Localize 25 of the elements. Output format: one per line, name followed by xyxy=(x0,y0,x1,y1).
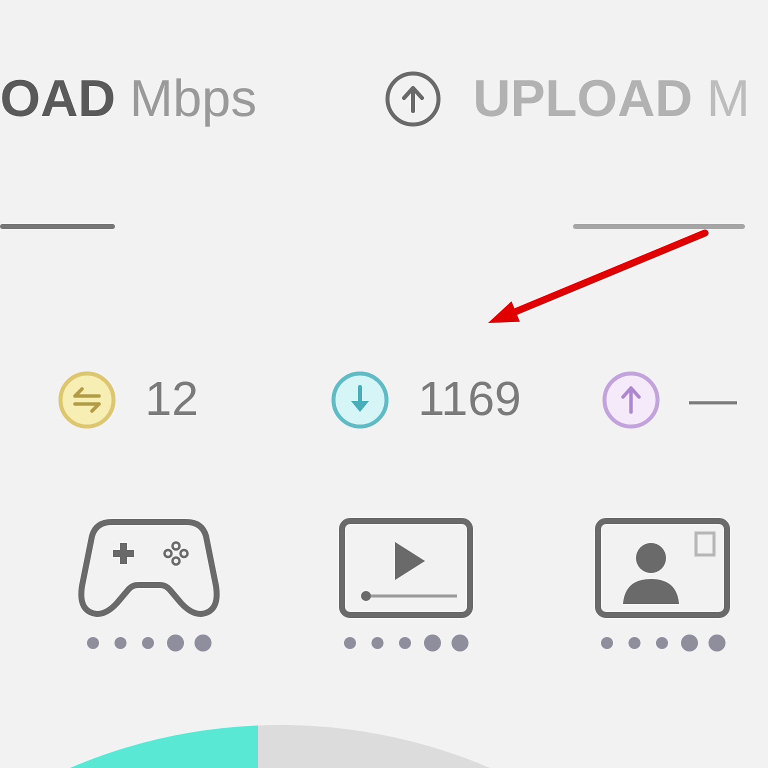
dot-icon xyxy=(708,634,726,652)
dot-icon xyxy=(681,634,698,652)
unit-label: Mbps xyxy=(130,73,257,125)
gamepad-icon xyxy=(78,518,220,618)
stat-value: 1169 xyxy=(418,376,522,424)
dot-icon xyxy=(452,634,468,652)
dot-icon xyxy=(399,637,411,649)
metric-label: UPLOAD xyxy=(473,73,693,125)
metric-label: OAD xyxy=(0,73,116,125)
dot-icon xyxy=(628,637,640,649)
dot-icon xyxy=(424,634,441,652)
dot-icon xyxy=(167,634,184,652)
stat-value: 12 xyxy=(145,376,198,424)
dot-icon xyxy=(194,634,212,652)
exchange-arrows-icon xyxy=(58,371,116,429)
dot-icon xyxy=(114,637,126,649)
dot-icon xyxy=(344,637,356,649)
video-call-icon xyxy=(595,518,730,618)
dot-icon xyxy=(601,637,613,649)
video-player-icon xyxy=(338,518,472,618)
stat-value: — xyxy=(689,376,737,424)
dot-icon xyxy=(372,637,384,649)
dot-icon xyxy=(87,637,99,649)
dot-icon xyxy=(656,637,668,649)
dot-icon xyxy=(142,637,154,649)
